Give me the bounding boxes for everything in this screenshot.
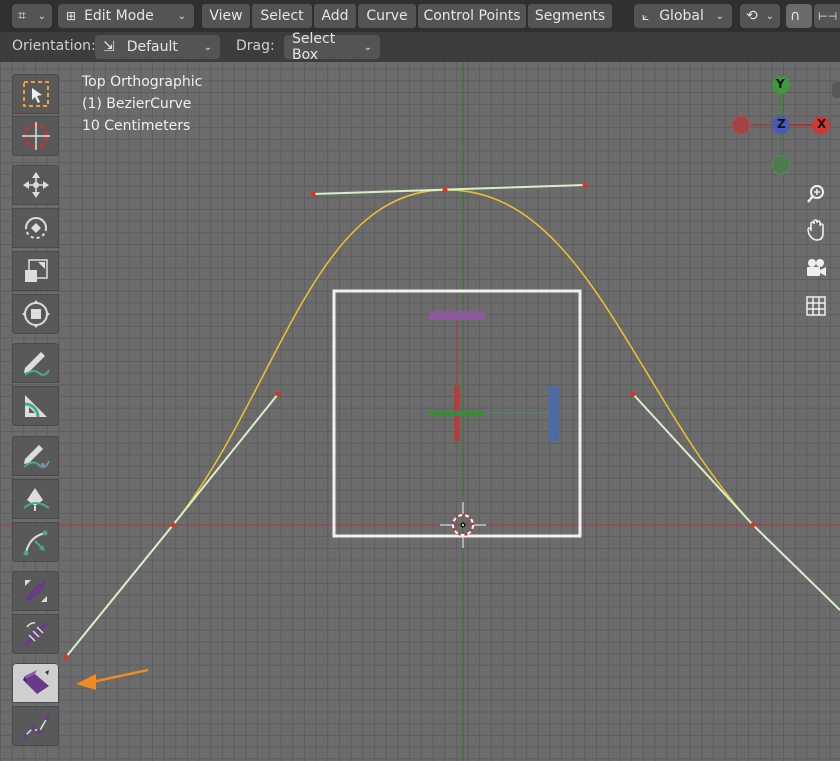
menu-add[interactable]: Add — [314, 4, 356, 28]
gizmo-y-label: Y — [776, 77, 785, 91]
orientation-icon: ⇲ — [103, 39, 115, 55]
view-name-text: Top Orthographic — [82, 74, 203, 90]
zoom-icon[interactable] — [804, 182, 828, 206]
chevron-down-icon: ⌄ — [715, 10, 724, 22]
menu-view-label: View — [209, 8, 243, 24]
menu-select[interactable]: Select — [252, 4, 312, 28]
chevron-down-icon: ⌄ — [363, 41, 372, 53]
camera-view-icon[interactable] — [804, 256, 828, 280]
header-bar: ⌗ ⌄ ⊞ Edit Mode ⌄ View Select Add Curve C… — [0, 0, 840, 32]
snap-target-button[interactable]: ⊢⊣ — [814, 4, 840, 28]
tool-extrude[interactable] — [12, 663, 59, 703]
pivot-point-dropdown[interactable]: ⟲ ⌄ — [740, 4, 780, 28]
snap-magnet-icon: ∩ — [790, 8, 801, 24]
menu-curve-label: Curve — [366, 8, 408, 24]
sidebar-toggle[interactable] — [832, 82, 840, 98]
scale-icon — [24, 259, 48, 282]
extrude-icon — [22, 670, 49, 694]
tool-randomize[interactable] — [12, 706, 59, 746]
pen-icon — [22, 488, 50, 511]
measure-icon — [24, 395, 47, 418]
tool-scale[interactable] — [12, 251, 59, 291]
orientation-dropdown[interactable]: ⇲ Default ⌄ — [95, 35, 220, 59]
menu-view[interactable]: View — [202, 4, 250, 28]
mode-dropdown[interactable]: ⊞ Edit Mode ⌄ — [58, 4, 194, 28]
menu-select-label: Select — [260, 8, 304, 24]
transform-orientation-label: Global — [659, 8, 704, 24]
randomize-icon — [22, 715, 49, 739]
transform-icon — [21, 300, 50, 328]
chevron-down-icon: ⌄ — [203, 41, 212, 53]
tool-radius[interactable] — [12, 571, 59, 611]
radius-icon — [24, 580, 47, 602]
pan-hand-icon[interactable] — [804, 218, 828, 242]
move-icon — [22, 172, 49, 198]
3d-viewport[interactable] — [0, 62, 840, 761]
menu-control-points-label: Control Points — [423, 8, 521, 24]
snap-increment-icon: ⊢⊣ — [818, 9, 838, 23]
drag-value: Select Box — [292, 31, 336, 63]
tool-transform[interactable] — [12, 294, 59, 334]
chevron-down-icon: ⌄ — [765, 10, 774, 22]
tool-select-box[interactable] — [12, 74, 59, 114]
chevron-down-icon: ⌄ — [177, 10, 186, 22]
editor-type-dropdown[interactable]: ⌗ ⌄ — [12, 4, 52, 28]
tool-move[interactable] — [12, 165, 59, 205]
tool-rotate[interactable] — [12, 208, 59, 248]
orientation-value: Default — [126, 39, 178, 55]
tilt-icon — [23, 621, 48, 647]
drag-dropdown[interactable]: Select Box ⌄ — [284, 31, 380, 63]
menu-curve[interactable]: Curve — [358, 4, 416, 28]
menu-add-label: Add — [321, 8, 349, 24]
global-axes-icon: ⟀ — [642, 8, 650, 23]
gizmo-z-label: Z — [777, 117, 786, 131]
editor-type-icon: ⌗ — [18, 8, 26, 24]
object-name-text: (1) BezierCurve — [82, 96, 192, 112]
grid-projection-icon[interactable] — [804, 294, 828, 318]
drag-label: Drag: — [236, 38, 275, 54]
menu-control-points[interactable]: Control Points — [418, 4, 526, 28]
tool-cursor[interactable] — [12, 116, 59, 156]
pivot-icon: ⟲ — [746, 8, 758, 24]
draw-curve-icon — [22, 445, 50, 469]
transform-orientation-dropdown[interactable]: ⟀ Global ⌄ — [634, 4, 732, 28]
tool-measure[interactable] — [12, 386, 59, 426]
orientation-label: Orientation: — [12, 38, 96, 54]
tool-draw[interactable] — [12, 436, 59, 476]
grid-scale-text: 10 Centimeters — [82, 118, 191, 134]
select-box-icon — [22, 81, 49, 107]
tool-pen[interactable] — [12, 479, 59, 519]
snap-toggle[interactable]: ∩ — [786, 4, 812, 28]
tool-tilt[interactable] — [12, 614, 59, 654]
curve-edit-icon — [23, 530, 47, 556]
gizmo-x-label: X — [817, 117, 827, 131]
tool-annotate[interactable] — [12, 343, 59, 383]
annotate-pencil-icon — [23, 352, 50, 376]
menu-segments[interactable]: Segments — [528, 4, 612, 28]
chevron-down-icon: ⌄ — [37, 10, 46, 22]
edit-mode-icon: ⊞ — [66, 9, 77, 23]
cursor-icon — [21, 122, 50, 150]
mode-label: Edit Mode — [84, 8, 154, 24]
tool-curve-edit[interactable] — [12, 522, 59, 562]
menu-segments-label: Segments — [534, 8, 606, 24]
rotate-icon — [24, 217, 47, 239]
